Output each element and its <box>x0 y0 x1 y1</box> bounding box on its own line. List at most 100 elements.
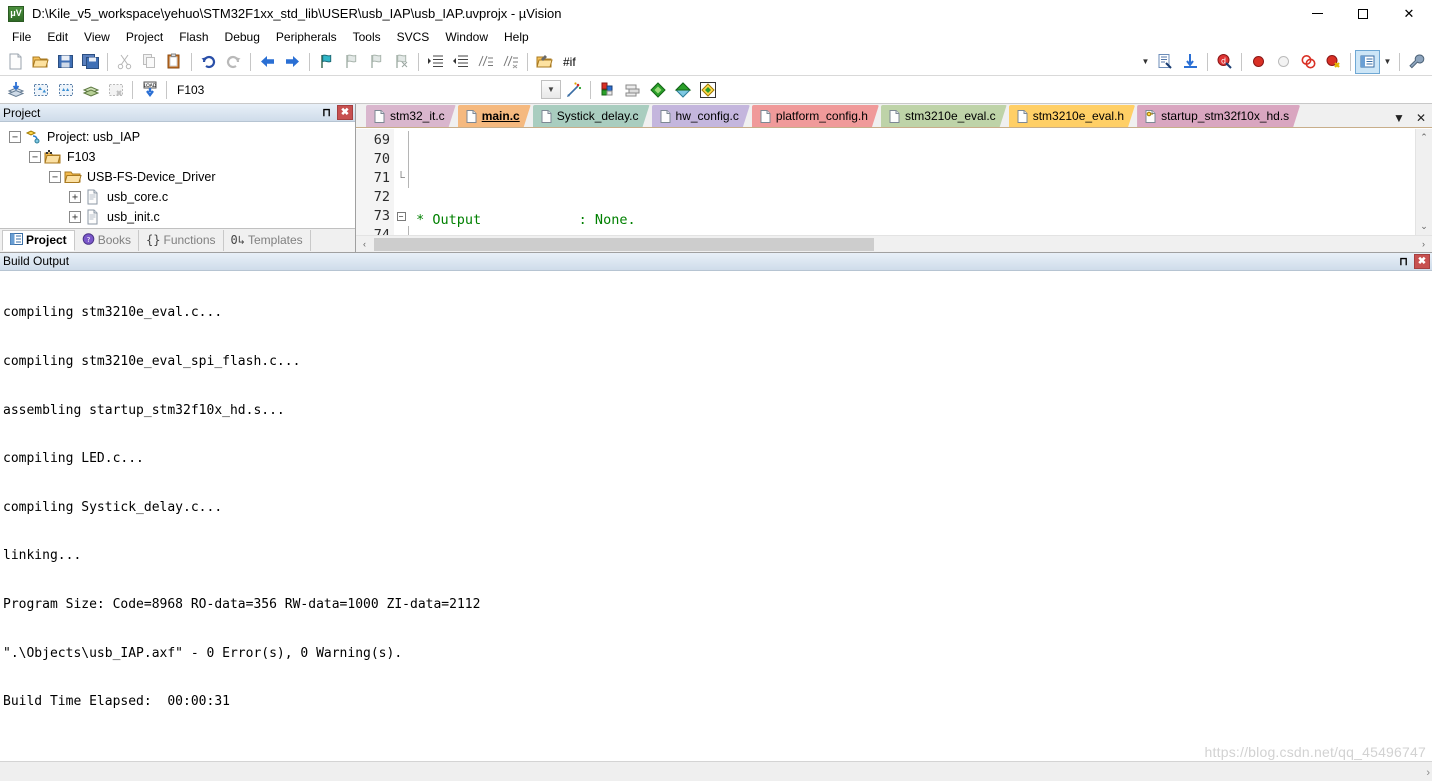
editor-tab-hw-config-c[interactable]: hw_config.c <box>652 105 750 127</box>
minimize-button[interactable] <box>1294 0 1340 27</box>
tab-project[interactable]: Project <box>2 229 75 251</box>
menu-item-debug[interactable]: Debug <box>217 28 268 47</box>
batch-build-icon[interactable] <box>78 78 103 102</box>
find-in-files-icon[interactable] <box>1153 50 1178 74</box>
undo-icon[interactable] <box>196 50 221 74</box>
rebuild-icon[interactable] <box>53 78 78 102</box>
editor-tab-main-c[interactable]: main.c <box>458 105 531 127</box>
fold-cell: − <box>394 207 408 226</box>
build-icon[interactable] <box>3 78 28 102</box>
open-file-icon[interactable] <box>28 50 53 74</box>
menu-item-svcs[interactable]: SVCS <box>389 28 438 47</box>
find-history-dropdown[interactable]: ▼ <box>1138 51 1153 73</box>
tab-close-icon[interactable]: ✕ <box>1414 111 1428 125</box>
target-options-icon[interactable] <box>561 78 586 102</box>
manage-windows-icon[interactable] <box>1355 49 1380 74</box>
menu-item-view[interactable]: View <box>76 28 118 47</box>
tab-templates[interactable]: 0↳ Templates <box>224 229 311 251</box>
menu-item-file[interactable]: File <box>4 28 39 47</box>
editor-tab-startup-stm32f10x-hd-s[interactable]: startup_stm32f10x_hd.s <box>1137 105 1300 127</box>
save-all-icon[interactable] <box>78 50 103 74</box>
editor-horizontal-scrollbar[interactable]: ‹ › <box>356 234 1432 252</box>
expander-icon[interactable]: − <box>29 151 41 163</box>
menu-item-flash[interactable]: Flash <box>171 28 216 47</box>
scroll-right-arrow-icon[interactable]: › <box>1415 235 1432 252</box>
find-label: #if <box>563 54 576 69</box>
project-tree[interactable]: − Project: usb_IAP − F103 − USB-FS-Devic… <box>0 122 355 228</box>
resize-grip-icon[interactable]: › <box>1426 767 1430 779</box>
menu-item-help[interactable]: Help <box>496 28 537 47</box>
tree-item-file-usb-int[interactable]: + usb_int.c <box>5 227 354 228</box>
editor-tab-stm32_it-c[interactable]: stm32_it.c <box>366 105 456 127</box>
expander-icon[interactable]: − <box>9 131 21 143</box>
scroll-up-arrow-icon[interactable]: ⌃ <box>1416 129 1432 146</box>
editor-tab-systick-delay-c[interactable]: Systick_delay.c <box>533 105 650 127</box>
manage-runtime-icon[interactable] <box>670 78 695 102</box>
bookmark-toggle-icon[interactable] <box>314 50 339 74</box>
build-target-icon[interactable] <box>28 78 53 102</box>
tree-item-file-usb-core[interactable]: + usb_core.c <box>5 187 354 207</box>
fold-gutter[interactable]: └ − − └ <box>394 129 408 235</box>
expander-icon[interactable]: + <box>69 211 81 223</box>
breakpoint-disable-all-icon[interactable] <box>1296 50 1321 74</box>
fold-toggle-73[interactable]: − <box>396 212 406 221</box>
menu-item-peripherals[interactable]: Peripherals <box>268 28 345 47</box>
menu-item-edit[interactable]: Edit <box>39 28 76 47</box>
breakpoint-insert-icon[interactable] <box>1246 50 1271 74</box>
menu-item-tools[interactable]: Tools <box>345 28 389 47</box>
menu-item-project[interactable]: Project <box>118 28 171 47</box>
multi-project-icon[interactable] <box>620 78 645 102</box>
build-output-close-icon[interactable]: ✖ <box>1414 253 1430 269</box>
project-panel-close-icon[interactable]: ✖ <box>337 105 353 120</box>
tab-list-dropdown-icon[interactable]: ▼ <box>1392 111 1406 125</box>
fold-cell <box>394 150 408 169</box>
tree-item-file-usb-init[interactable]: + usb_init.c <box>5 207 354 227</box>
build-output-text[interactable]: compiling stm3210e_eval.c... compiling s… <box>0 270 1432 761</box>
menu-item-window[interactable]: Window <box>437 28 496 47</box>
save-icon[interactable] <box>53 50 78 74</box>
tree-item-group-usb-driver[interactable]: − USB-FS-Device_Driver <box>5 167 354 187</box>
project-panel-title: Project <box>3 105 41 120</box>
maximize-button[interactable] <box>1340 0 1386 27</box>
paste-icon[interactable] <box>162 50 187 74</box>
tree-item-project[interactable]: − Project: usb_IAP <box>5 127 354 147</box>
indent-icon[interactable] <box>423 50 448 74</box>
tab-project-label: Project <box>26 233 67 248</box>
cut-icon <box>112 50 137 74</box>
pack-installer-icon[interactable] <box>645 78 670 102</box>
auto-hide-pin-icon[interactable]: ⊓ <box>319 105 334 120</box>
goto-definition-icon[interactable] <box>1178 50 1203 74</box>
editor-tab-stm3210e-eval-c[interactable]: stm3210e_eval.c <box>881 105 1007 127</box>
horizontal-scroll-thumb[interactable] <box>374 237 874 251</box>
expander-icon[interactable]: − <box>49 171 61 183</box>
editor-tab-platform-config-h[interactable]: platform_config.h <box>752 105 879 127</box>
target-dropdown-button[interactable]: ▼ <box>541 80 561 99</box>
breakpoint-kill-all-icon[interactable] <box>1321 50 1346 74</box>
code-text[interactable]: * Output : None. * Return : None. ******… <box>408 129 1415 235</box>
uncomment-icon[interactable] <box>498 50 523 74</box>
tab-functions[interactable]: {} Functions <box>139 229 224 251</box>
auto-hide-pin-icon[interactable]: ⊓ <box>1396 254 1411 269</box>
comment-icon[interactable] <box>473 50 498 74</box>
tab-books[interactable]: ? Books <box>75 229 140 251</box>
manage-packs-icon[interactable] <box>695 78 720 102</box>
editor-vertical-scrollbar[interactable]: ⌃ ⌄ <box>1415 129 1432 235</box>
new-file-icon[interactable] <box>3 50 28 74</box>
code-line-69: * Output : None. <box>408 212 636 228</box>
outdent-icon[interactable] <box>448 50 473 74</box>
scroll-left-arrow-icon[interactable]: ‹ <box>356 235 373 252</box>
close-button[interactable]: ✕ <box>1386 0 1432 27</box>
scroll-down-arrow-icon[interactable]: ⌄ <box>1416 218 1432 235</box>
tree-item-target[interactable]: − F103 <box>5 147 354 167</box>
options-wrench-icon[interactable] <box>1404 50 1429 74</box>
config-wizard-icon[interactable] <box>532 50 557 74</box>
debug-start-icon[interactable]: d <box>1212 50 1237 74</box>
navigate-forward-icon[interactable] <box>280 50 305 74</box>
manage-project-items-icon[interactable] <box>595 78 620 102</box>
expander-icon[interactable]: + <box>69 191 81 203</box>
download-icon[interactable]: LOAD <box>137 78 162 102</box>
target-select-value[interactable]: F103 <box>171 83 341 97</box>
manage-windows-dropdown[interactable]: ▼ <box>1380 51 1395 73</box>
editor-tab-stm3210e-eval-h[interactable]: stm3210e_eval.h <box>1009 105 1135 127</box>
navigate-back-icon[interactable] <box>255 50 280 74</box>
